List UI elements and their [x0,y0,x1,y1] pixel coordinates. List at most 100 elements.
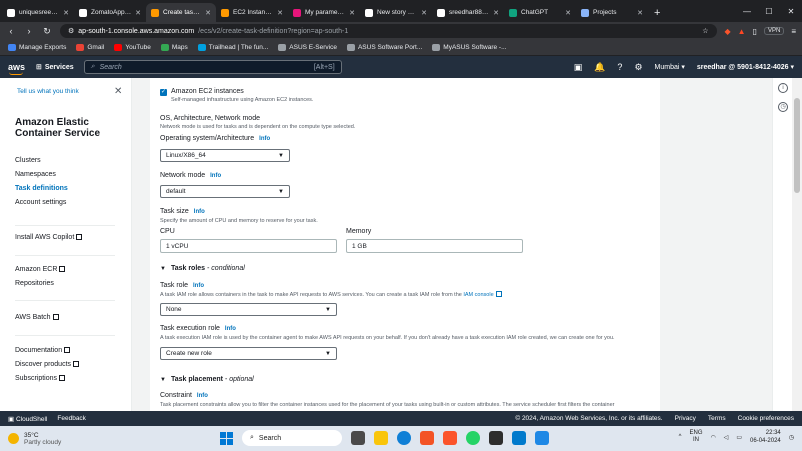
app-icon[interactable] [535,431,549,445]
cookie-preferences-link[interactable]: Cookie preferences [738,415,794,422]
memory-input[interactable]: 1 GB [346,239,523,253]
sidebar-item-batch[interactable]: AWS Batch [15,314,59,321]
browser-tab[interactable]: My parameters - ...✕ [288,3,360,22]
exec-role-select[interactable]: Create new role ▼ [160,347,337,360]
close-window-icon[interactable]: ✕ [780,7,802,16]
sidebar-item-ecr[interactable]: Amazon ECR [15,266,66,273]
browser-tab[interactable]: EC2 Instance Co... ✕ [216,3,288,22]
bookmark-item[interactable]: Manage Exports [8,44,66,51]
task-role-info-link[interactable]: Info [193,283,204,289]
sidebar-item-clusters[interactable]: Clusters [15,157,41,164]
notification-icon[interactable]: ◷ [789,434,794,441]
help-icon[interactable]: ? [617,62,622,72]
feedback-button[interactable]: Feedback [57,415,86,422]
network-info-link[interactable]: Info [210,173,221,179]
tab-close-icon[interactable]: ✕ [205,9,211,17]
documentation-link[interactable]: Documentation [15,347,71,354]
notifications-icon[interactable]: 🔔 [594,62,605,73]
browser-tab[interactable]: ChatGPT ✕ [504,3,576,22]
tab-close-icon[interactable]: ✕ [421,9,427,17]
tab-close-icon[interactable]: ✕ [63,9,69,17]
bookmark-item[interactable]: Maps [160,44,188,51]
browser-tab[interactable]: Create task d... ✕ [146,3,216,22]
browser-tab[interactable]: sreedhar8897/sec...✕ [432,3,504,22]
region-selector[interactable]: Mumbai ▾ [655,63,685,71]
tab-close-icon[interactable]: ✕ [565,9,571,17]
minimize-icon[interactable]: — [736,7,758,16]
whatsapp-icon[interactable] [466,431,480,445]
task-placement-section-toggle[interactable]: ▼ Task placement - optional [160,376,254,383]
aws-search-input[interactable]: ⌕ Search [Alt+S] [83,60,342,74]
url-field[interactable]: ⚙ ap-south-1.console.aws.amazon.com/ecs/… [60,24,717,38]
tray-overflow-icon[interactable]: ^ [679,434,682,440]
taskbar-search[interactable]: ⌕ Search [242,430,342,446]
edge-icon[interactable] [397,431,411,445]
sidebar-item-repositories[interactable]: Repositories [15,280,54,287]
tab-close-icon[interactable]: ✕ [349,9,355,17]
settings-icon[interactable]: ⚙ [634,62,642,73]
sidebar-item-task-definitions[interactable]: Task definitions [15,185,68,192]
clock[interactable]: 22:34 06-04-2024 [750,429,781,445]
browser-tab[interactable]: Projects ✕ [576,3,648,22]
tab-close-icon[interactable]: ✕ [135,9,141,17]
language-indicator[interactable]: ENG IN [689,430,702,444]
privacy-link[interactable]: Privacy [675,415,696,422]
reload-icon[interactable]: ↻ [42,26,52,37]
os-select[interactable]: Linux/X86_64 ▼ [160,149,290,162]
task-size-info-link[interactable]: Info [194,209,205,215]
vscode-icon[interactable] [512,431,526,445]
weather-widget[interactable]: 35°C Partly cloudy [8,432,61,446]
install-copilot-link[interactable]: Install AWS Copilot [15,234,83,241]
site-info-icon[interactable]: ⚙ [68,27,74,35]
cloudshell-icon[interactable]: ▣ [574,62,583,73]
bookmark-item[interactable]: MyASUS Software -... [432,44,507,51]
sidebar-item-account-settings[interactable]: Account settings [15,199,66,206]
file-explorer-icon[interactable] [374,431,388,445]
exec-role-info-link[interactable]: Info [225,326,236,332]
back-icon[interactable]: ‹ [6,26,16,36]
task-view-icon[interactable] [351,431,365,445]
task-roles-section-toggle[interactable]: ▼ Task roles - conditional [160,265,245,272]
bookmark-item[interactable]: Gmail [76,44,104,51]
vpn-button[interactable]: VPN [763,27,785,35]
cpu-input[interactable]: 1 vCPU [160,239,337,253]
close-sidebar-icon[interactable]: ✕ [114,86,122,97]
account-menu[interactable]: sreedhar @ 5901-8412-4026 ▾ [697,63,794,71]
terms-link[interactable]: Terms [708,415,726,422]
constraint-info-link[interactable]: Info [197,393,208,399]
battery-icon[interactable]: ▭ [736,434,742,441]
tutorial-icon[interactable]: ◷ [778,102,788,112]
iam-console-link[interactable]: IAM console [463,292,493,298]
menu-icon[interactable]: ≡ [791,27,796,36]
tab-close-icon[interactable]: ✕ [637,9,643,17]
ec2-checkbox[interactable]: ✓ [160,89,167,96]
terminal-icon[interactable] [489,431,503,445]
task-role-select[interactable]: None ▼ [160,303,337,316]
page-scrollbar[interactable] [792,78,802,411]
discover-products-link[interactable]: Discover products [15,361,80,368]
sidebar-item-namespaces[interactable]: Namespaces [15,171,56,178]
brave-rewards-icon[interactable]: ▲ [738,27,746,36]
services-menu[interactable]: ⊞ Services [36,63,74,72]
maximize-icon[interactable]: ☐ [758,7,780,16]
brave-icon[interactable] [443,431,457,445]
bookmark-star-icon[interactable]: ☆ [702,27,708,35]
browser-tab[interactable]: uniquesreedhar/... ✕ [2,3,74,22]
browser-tab[interactable]: New story – Med... ✕ [360,3,432,22]
volume-icon[interactable]: ◁ [724,434,729,441]
sidebar-toggle-icon[interactable]: ▯ [753,27,757,36]
cloudshell-button[interactable]: ▣ CloudShell [8,415,47,423]
bookmark-item[interactable]: YouTube [114,44,151,51]
store-icon[interactable] [420,431,434,445]
brave-shield-icon[interactable]: ◆ [725,27,731,36]
os-info-link[interactable]: Info [259,136,270,142]
bookmark-item[interactable]: ASUS Software Port... [346,44,422,51]
tab-close-icon[interactable]: ✕ [493,9,499,17]
tab-close-icon[interactable]: ✕ [277,9,283,17]
forward-icon[interactable]: › [24,26,34,36]
wifi-icon[interactable]: ◠ [711,434,716,441]
subscriptions-link[interactable]: Subscriptions [15,375,66,382]
network-mode-select[interactable]: default ▼ [160,185,290,198]
aws-logo[interactable]: aws [8,62,26,75]
feedback-link[interactable]: Tell us what you think [17,88,79,95]
